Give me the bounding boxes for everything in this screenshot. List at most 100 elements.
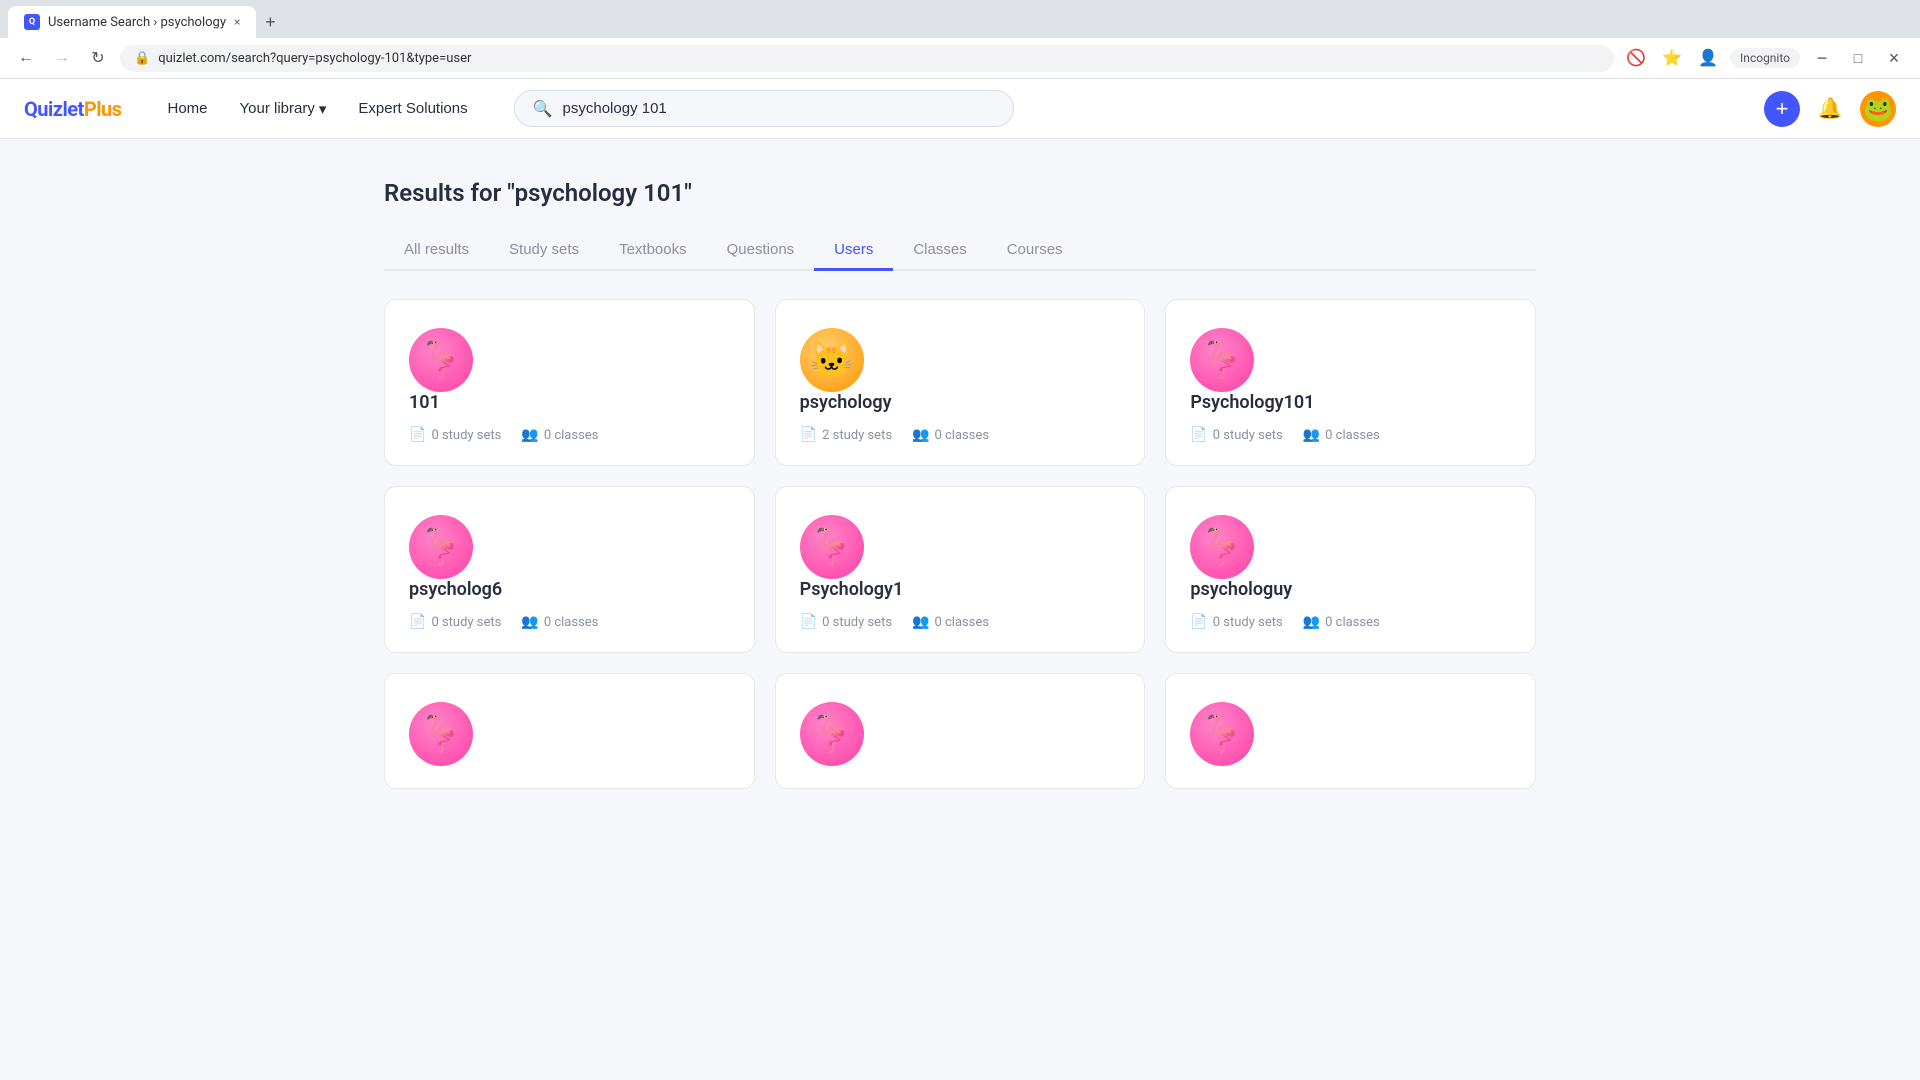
address-text: quizlet.com/search?query=psychology-101&…: [158, 51, 1600, 66]
nav-home[interactable]: Home: [154, 92, 222, 125]
classes-stat: 👥 0 classes: [521, 427, 598, 443]
user-avatar-row3-2: 🦩: [800, 702, 864, 766]
tab-all-results[interactable]: All results: [384, 231, 489, 271]
study-sets-icon: 📄: [409, 427, 426, 443]
classes-stat: 👥 0 classes: [912, 427, 989, 443]
user-name-psychology101: Psychology101: [1190, 392, 1511, 413]
browser-chrome: Q Username Search › psychology × + ← → ↻…: [0, 0, 1920, 79]
incognito-button[interactable]: Incognito: [1730, 48, 1800, 68]
tab-textbooks[interactable]: Textbooks: [599, 231, 707, 271]
back-button[interactable]: ←: [12, 44, 40, 72]
user-avatar-row3-3: 🦩: [1190, 702, 1254, 766]
search-icon: 🔍: [533, 99, 553, 118]
user-cards-grid: 🦩 101 📄 0 study sets 👥 0 classes 🐱 psych…: [384, 299, 1536, 789]
user-card-psychology1[interactable]: 🦩 Psychology1 📄 0 study sets 👥 0 classes: [775, 486, 1146, 653]
user-card-psychologuy[interactable]: 🦩 psychologuy 📄 0 study sets 👥 0 classes: [1165, 486, 1536, 653]
notifications-button[interactable]: 🔔: [1812, 91, 1848, 127]
study-sets-stat: 📄 0 study sets: [800, 614, 892, 630]
app-header: QuizletPlus Home Your library ▾ Expert S…: [0, 79, 1920, 139]
classes-stat: 👥 0 classes: [912, 614, 989, 630]
user-card-row3-1[interactable]: 🦩: [384, 673, 755, 789]
tab-users[interactable]: Users: [814, 231, 893, 271]
study-sets-icon: 📄: [1190, 614, 1207, 630]
browser-nav-right: 🚫 ⭐ 👤 Incognito − □ ×: [1622, 44, 1908, 72]
close-tab-button[interactable]: ×: [234, 15, 240, 29]
user-avatar-psycholog6: 🦩: [409, 515, 473, 579]
classes-icon: 👥: [1303, 614, 1320, 630]
classes-stat: 👥 0 classes: [521, 614, 598, 630]
eye-slash-icon[interactable]: 🚫: [1622, 44, 1650, 72]
user-card-psychology[interactable]: 🐱 psychology 📄 2 study sets 👥 0 classes: [775, 299, 1146, 466]
active-tab[interactable]: Q Username Search › psychology ×: [8, 6, 256, 38]
logo-plus: Plus: [84, 97, 122, 121]
study-sets-stat: 📄 0 study sets: [409, 614, 501, 630]
search-bar[interactable]: 🔍: [514, 90, 1014, 127]
new-tab-button[interactable]: +: [256, 8, 284, 36]
user-stats-psychologuy: 📄 0 study sets 👥 0 classes: [1190, 614, 1511, 630]
avatar-emoji: 🐸: [1863, 95, 1893, 123]
user-avatar-psychology1: 🦩: [800, 515, 864, 579]
header-right: + 🔔 🐸: [1764, 91, 1896, 127]
study-sets-icon: 📄: [1190, 427, 1207, 443]
study-sets-icon: 📄: [800, 427, 817, 443]
nav-library[interactable]: Your library ▾: [226, 92, 341, 126]
study-sets-icon: 📄: [409, 614, 426, 630]
avatar[interactable]: 🐸: [1860, 91, 1896, 127]
user-stats-psycholog6: 📄 0 study sets 👥 0 classes: [409, 614, 730, 630]
classes-stat: 👥 0 classes: [1303, 427, 1380, 443]
user-avatar-row3-1: 🦩: [409, 702, 473, 766]
tab-questions[interactable]: Questions: [707, 231, 815, 271]
user-name-psychology: psychology: [800, 392, 1121, 413]
user-stats-psychology101: 📄 0 study sets 👥 0 classes: [1190, 427, 1511, 443]
filter-tabs: All results Study sets Textbooks Questio…: [384, 231, 1536, 271]
tab-classes[interactable]: Classes: [893, 231, 986, 271]
study-sets-stat: 📄 2 study sets: [800, 427, 892, 443]
main-content: Results for "psychology 101" All results…: [360, 139, 1560, 829]
user-stats-psychology: 📄 2 study sets 👥 0 classes: [800, 427, 1121, 443]
user-card-row3-3[interactable]: 🦩: [1165, 673, 1536, 789]
user-name-psychologuy: psychologuy: [1190, 579, 1511, 600]
user-avatar-psychology: 🐱: [800, 328, 864, 392]
study-sets-stat: 📄 0 study sets: [1190, 427, 1282, 443]
classes-icon: 👥: [521, 427, 538, 443]
tab-bar: Q Username Search › psychology × +: [0, 0, 1920, 38]
nav-expert[interactable]: Expert Solutions: [344, 92, 481, 125]
user-card-psychology101[interactable]: 🦩 Psychology101 📄 0 study sets 👥 0 class…: [1165, 299, 1536, 466]
user-avatar-101: 🦩: [409, 328, 473, 392]
user-name-psycholog6: psycholog6: [409, 579, 730, 600]
classes-icon: 👥: [912, 614, 929, 630]
user-card-row3-2[interactable]: 🦩: [775, 673, 1146, 789]
forward-button[interactable]: →: [48, 44, 76, 72]
user-avatar-psychologuy: 🦩: [1190, 515, 1254, 579]
user-card-psycholog6[interactable]: 🦩 psycholog6 📄 0 study sets 👥 0 classes: [384, 486, 755, 653]
classes-icon: 👥: [521, 614, 538, 630]
profile-icon[interactable]: 👤: [1694, 44, 1722, 72]
logo[interactable]: QuizletPlus: [24, 97, 122, 121]
bookmark-icon[interactable]: ⭐: [1658, 44, 1686, 72]
tab-title: Username Search › psychology: [48, 15, 226, 30]
maximize-button[interactable]: □: [1844, 44, 1872, 72]
minimize-button[interactable]: −: [1808, 44, 1836, 72]
study-sets-icon: 📄: [800, 614, 817, 630]
user-name-psychology1: Psychology1: [800, 579, 1121, 600]
address-lock-icon: 🔒: [134, 51, 150, 66]
tab-courses[interactable]: Courses: [987, 231, 1083, 271]
chevron-down-icon: ▾: [319, 100, 327, 118]
address-bar[interactable]: 🔒 quizlet.com/search?query=psychology-10…: [120, 45, 1614, 72]
reload-button[interactable]: ↻: [84, 44, 112, 72]
create-button[interactable]: +: [1764, 91, 1800, 127]
tab-study-sets[interactable]: Study sets: [489, 231, 599, 271]
browser-nav: ← → ↻ 🔒 quizlet.com/search?query=psychol…: [0, 38, 1920, 79]
user-stats-101: 📄 0 study sets 👥 0 classes: [409, 427, 730, 443]
user-card-101[interactable]: 🦩 101 📄 0 study sets 👥 0 classes: [384, 299, 755, 466]
classes-stat: 👥 0 classes: [1303, 614, 1380, 630]
close-window-button[interactable]: ×: [1880, 44, 1908, 72]
study-sets-stat: 📄 0 study sets: [1190, 614, 1282, 630]
user-avatar-psychology101: 🦩: [1190, 328, 1254, 392]
main-nav: Home Your library ▾ Expert Solutions: [154, 92, 482, 126]
search-input[interactable]: [563, 100, 995, 117]
user-name-101: 101: [409, 392, 730, 413]
classes-icon: 👥: [1303, 427, 1320, 443]
study-sets-stat: 📄 0 study sets: [409, 427, 501, 443]
user-stats-psychology1: 📄 0 study sets 👥 0 classes: [800, 614, 1121, 630]
